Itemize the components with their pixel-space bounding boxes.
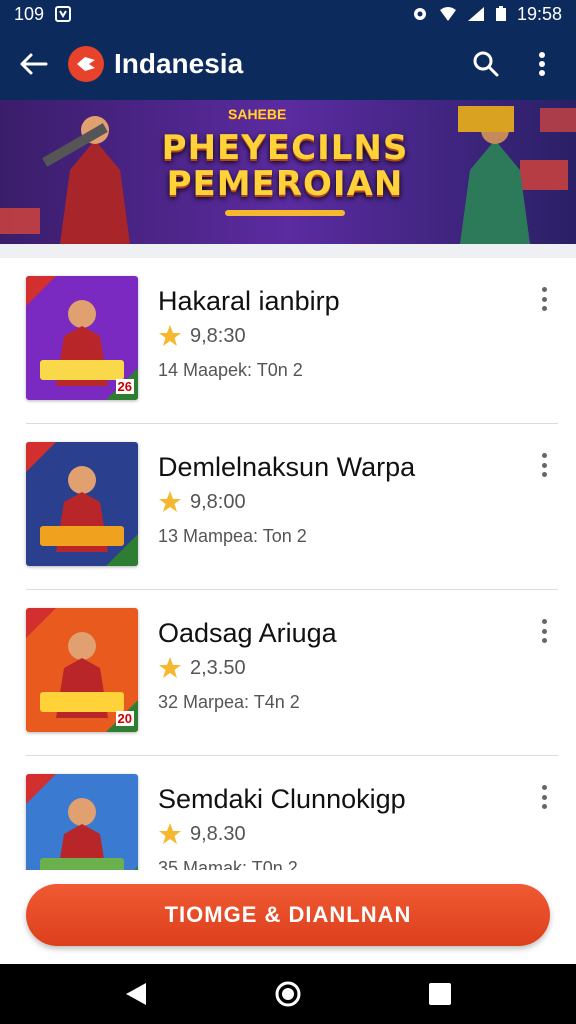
rating-value: 2,3.50 bbox=[190, 656, 246, 679]
battery-icon bbox=[495, 6, 506, 21]
status-left: 109 bbox=[14, 4, 72, 25]
star-icon bbox=[159, 823, 181, 844]
game-title: Oadsag Ariuga bbox=[158, 618, 337, 648]
status-time-left: 109 bbox=[14, 3, 45, 24]
nav-back-button[interactable] bbox=[116, 974, 156, 1014]
more-options-button[interactable] bbox=[522, 44, 562, 84]
cta-area: TIOMGE & DIANLNAN bbox=[0, 870, 576, 964]
logo-icon bbox=[77, 57, 95, 71]
system-nav-bar bbox=[0, 964, 576, 1024]
thumb-corner-label: 26 bbox=[115, 379, 134, 394]
alarm-icon bbox=[413, 8, 426, 20]
hero-banner[interactable]: PHEYECILNS PEMEROIAN SAHEBE bbox=[0, 100, 576, 244]
game-cover-art bbox=[26, 442, 138, 566]
list-item[interactable]: 20 Oadsag Ariuga 2,3.50 32 Marpea: T4n 2 bbox=[26, 590, 558, 756]
nav-home-button[interactable] bbox=[268, 974, 308, 1014]
back-button[interactable] bbox=[14, 44, 54, 84]
rating-value: 9,8:00 bbox=[190, 490, 246, 513]
item-more-button[interactable] bbox=[534, 450, 554, 480]
rating-value: 9,8:30 bbox=[190, 324, 246, 347]
item-more-button[interactable] bbox=[534, 616, 554, 646]
nav-recents-button[interactable] bbox=[420, 974, 460, 1014]
game-title: Hakaral ianbirp bbox=[158, 286, 340, 316]
signal-icon bbox=[467, 7, 484, 21]
nav-recents-icon bbox=[429, 983, 451, 1005]
game-title: Semdaki Clunnokigp bbox=[158, 784, 406, 814]
game-meta: 35 Mamak: T0n 2 bbox=[158, 858, 298, 870]
item-more-button[interactable] bbox=[534, 284, 554, 314]
game-title: Demlelnaksun Warpa bbox=[158, 452, 416, 482]
wifi-icon bbox=[439, 7, 456, 21]
game-meta: 32 Marpea: T4n 2 bbox=[158, 692, 300, 712]
search-button[interactable] bbox=[466, 44, 506, 84]
notification-icon bbox=[55, 6, 72, 22]
game-thumbnail: 26 bbox=[26, 276, 138, 400]
status-right: 19:58 bbox=[411, 4, 562, 25]
app-actions bbox=[466, 44, 562, 84]
app-bar: Indanesia bbox=[0, 28, 576, 100]
primary-cta-button[interactable]: TIOMGE & DIANLNAN bbox=[26, 884, 550, 946]
back-arrow-icon bbox=[20, 53, 48, 75]
game-meta: 14 Maapek: T0n 2 bbox=[158, 360, 303, 380]
game-cover-art bbox=[26, 774, 138, 870]
list-item[interactable]: 26 Hakaral ianbirp 9,8:30 14 Maapek: T0n… bbox=[26, 258, 558, 424]
game-thumbnail: 20 bbox=[26, 608, 138, 732]
rating-value: 9,8.30 bbox=[190, 822, 246, 845]
more-vert-icon bbox=[539, 52, 545, 76]
status-time-right: 19:58 bbox=[516, 3, 562, 24]
game-meta: 13 Mampea: Ton 2 bbox=[158, 526, 307, 546]
app-title: Indanesia bbox=[114, 48, 244, 79]
banner-title-line2: PEMEROIAN bbox=[166, 164, 404, 204]
star-icon bbox=[159, 325, 181, 346]
game-thumbnail bbox=[26, 774, 138, 870]
search-icon bbox=[473, 51, 499, 77]
nav-home-icon bbox=[275, 981, 301, 1007]
section-divider bbox=[0, 244, 576, 258]
nav-back-icon bbox=[126, 983, 146, 1005]
star-icon bbox=[159, 657, 181, 678]
game-list: 26 Hakaral ianbirp 9,8:30 14 Maapek: T0n… bbox=[0, 258, 576, 870]
list-item[interactable]: Semdaki Clunnokigp 9,8.30 35 Mamak: T0n … bbox=[26, 756, 558, 870]
app-logo bbox=[68, 46, 104, 82]
star-icon bbox=[159, 491, 181, 512]
banner-title: PHEYECILNS PEMEROIAN bbox=[150, 130, 420, 202]
game-rating: 9,8:30 bbox=[158, 324, 246, 348]
item-more-button[interactable] bbox=[534, 782, 554, 812]
game-rating: 9,8:00 bbox=[158, 490, 246, 514]
banner-badge: SAHEBE bbox=[228, 106, 287, 122]
list-item[interactable]: Demlelnaksun Warpa 9,8:00 13 Mampea: Ton… bbox=[26, 424, 558, 590]
game-rating: 9,8.30 bbox=[158, 822, 246, 846]
game-rating: 2,3.50 bbox=[158, 656, 246, 680]
status-bar: 109 19:58 bbox=[0, 0, 576, 28]
thumb-corner-label: 20 bbox=[115, 711, 134, 726]
banner-title-line1: PHEYECILNS bbox=[161, 128, 409, 168]
game-thumbnail bbox=[26, 442, 138, 566]
